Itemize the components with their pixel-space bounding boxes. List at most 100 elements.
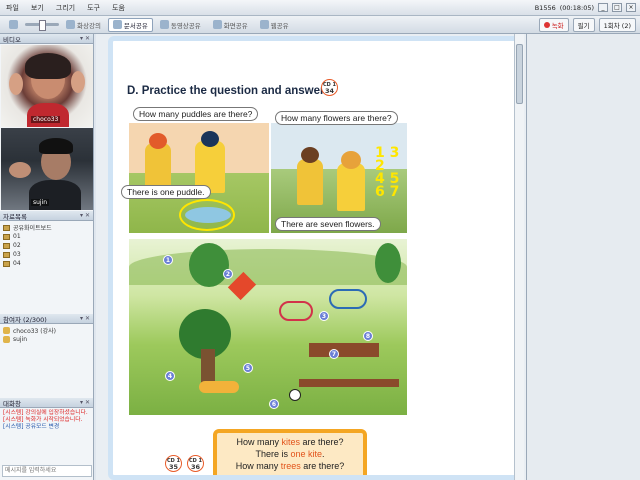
ball-shape [289,389,301,401]
tab-web-share[interactable]: 웹공유 [255,18,294,32]
list-item[interactable]: 공유화이트보드 [3,223,90,232]
qa-text: are there? [300,437,344,447]
child-head-shape [301,147,319,163]
speech-bubble: There are seven flowers. [275,217,381,231]
page-selector[interactable]: 1회차 (2) [598,17,636,32]
participants-panel-title: 참여자 (2/300) [3,315,47,324]
zoom-out-icon [9,20,18,29]
number-marker: 6 [269,399,279,409]
number-marker: 1 [163,255,173,265]
list-item[interactable]: 01 [3,232,90,241]
participant-row[interactable]: choco33 (강사) [3,326,90,335]
child-raincoat-shape [337,163,365,211]
tab-screen-share[interactable]: 화면공유 [208,18,253,32]
maximize-button[interactable]: □ [612,3,622,12]
folder-icon [3,242,10,249]
number-marker: 4 [165,371,175,381]
files-list: 공유화이트보드 01 02 03 04 [0,221,93,270]
chat-input[interactable] [2,465,92,477]
session-status: B1556 (00:18:05) _ □ × [535,3,640,12]
close-button[interactable]: × [626,3,636,12]
panel-controls-icon[interactable]: ▾ ✕ [80,399,90,406]
zoom-out-button[interactable] [4,18,23,32]
chat-message: [시스템] 녹화가 시작되었습니다. [3,417,83,423]
flowers-shape [199,381,239,393]
list-item[interactable]: 03 [3,250,90,259]
list-item[interactable]: 02 [3,241,90,250]
speech-bubble: How many puddles are there? [133,107,259,121]
tab-video-share[interactable]: 동영상공유 [155,18,206,32]
menu-draw[interactable]: 그리기 [50,3,81,13]
cd-badge: CD 1 34 [321,79,338,96]
volume-slider[interactable] [25,20,59,31]
participants-panel-header: 참여자 (2/300) ▾ ✕ [0,314,93,324]
tab-label: 문서공유 [123,21,148,30]
menu-help[interactable]: 도움 [106,3,131,13]
scrollbar-thumb[interactable] [516,44,523,104]
tab-video-lecture[interactable]: 화상강의 [61,18,106,32]
folder-icon [3,251,10,258]
monitor-icon [212,20,222,29]
page-heading: D. Practice the question and answer. [127,85,328,97]
number-marker: 8 [363,331,373,341]
chat-message: [시스템] 공유모드 변경 [3,424,60,430]
document-page[interactable]: D. Practice the question and answer. CD … [108,36,521,480]
qa-highlight: one kite [290,449,323,459]
number-marker: 7 [329,349,339,359]
file-label: 02 [13,242,21,249]
file-label: 01 [13,233,21,240]
minimize-button[interactable]: _ [598,3,608,12]
globe-icon [259,20,269,29]
toolbar: 화상강의 문서공유 동영상공유 화면공유 웹공유 녹화 필기 1회차 (2) [0,16,640,34]
menu-file[interactable]: 파일 [0,3,25,13]
whiteboard-button[interactable]: 필기 [572,17,595,32]
qa-text: There is [255,449,291,459]
video-feed-teacher[interactable]: choco33 [1,45,93,127]
panel-controls-icon[interactable]: ▾ ✕ [80,35,90,42]
panel-controls-icon[interactable]: ▾ ✕ [80,315,90,322]
child-head-shape [149,133,167,149]
hill-shape [129,249,407,285]
qa-question: How many kites are there? [225,436,355,448]
menu-tools[interactable]: 도구 [81,3,106,13]
video-feed-student[interactable]: sujin [1,128,93,210]
right-panel [526,34,640,480]
chat-message: [시스템] 강의실에 입장하셨습니다. [3,410,88,416]
vertical-scrollbar[interactable] [514,34,524,480]
tab-document-share[interactable]: 문서공유 [107,17,153,32]
toolbar-right: 녹화 필기 1회차 (2) [538,17,636,32]
tab-label: 화면공유 [223,21,248,30]
tab-label: 화상강의 [77,21,101,30]
bicycle-shape [329,289,367,309]
bicycle-shape [279,301,313,321]
bench-shape [299,379,399,387]
participants-spacer [0,346,93,398]
document-icon [112,20,122,29]
camera-icon [66,20,75,29]
cd-track: 35 [168,463,179,471]
chat-panel-title: 대화창 [3,399,21,408]
file-label: 공유화이트보드 [13,225,52,232]
cd-track: 36 [190,463,201,471]
cd-badge: CD 1 36 [187,455,204,472]
participant-name: choco33 (강사) [13,328,57,335]
video-username: sujin [31,199,50,206]
chat-panel-header: 대화창 ▾ ✕ [0,398,93,408]
child-head-shape [201,131,219,147]
number-marker: 2 [223,269,233,279]
folder-icon [3,233,10,240]
file-label: 03 [13,251,21,258]
menu-view[interactable]: 보기 [25,3,50,13]
annotation-numbers: 1 324 56 7 [375,145,400,200]
chat-log: [시스템] 강의실에 입장하셨습니다. [시스템] 녹화가 시작되었습니다. [… [0,408,93,433]
shirt-shape [27,103,69,127]
participant-row[interactable]: sujin [3,335,90,344]
panel-controls-icon[interactable]: ▾ ✕ [80,212,90,219]
list-item[interactable]: 04 [3,259,90,268]
hand-shape [9,73,23,95]
video-username: choco33 [31,116,61,123]
session-id: B1556 [534,3,556,12]
folder-icon [3,224,10,231]
files-panel-title: 자료목록 [3,212,27,221]
record-button[interactable]: 녹화 [538,17,569,32]
